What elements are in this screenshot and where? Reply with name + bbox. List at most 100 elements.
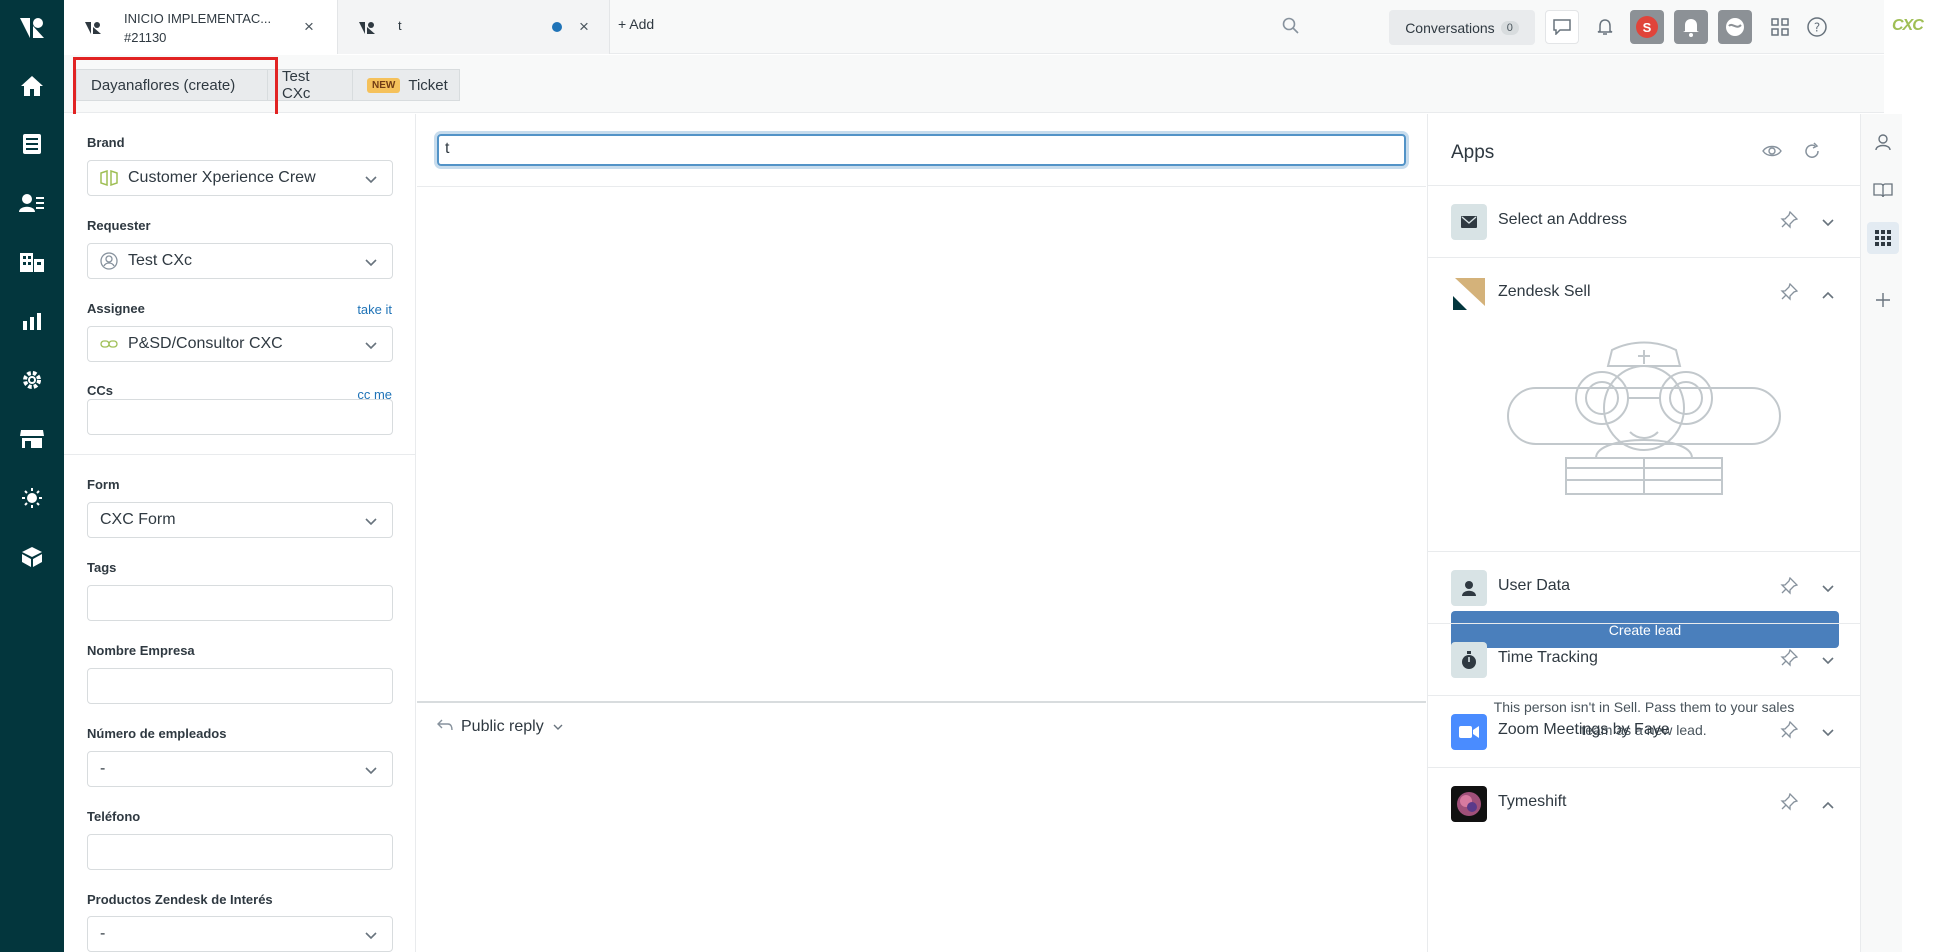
composer-divider bbox=[417, 701, 1426, 703]
conversations-button[interactable]: Conversations 0 bbox=[1389, 10, 1535, 45]
breadcrumb-ticket[interactable]: NEW Ticket bbox=[352, 69, 460, 101]
chat-icon[interactable] bbox=[1545, 10, 1579, 44]
reporting-icon[interactable] bbox=[14, 303, 50, 339]
breadcrumb-label: Test CXc bbox=[282, 68, 311, 102]
close-tab-icon[interactable]: × bbox=[579, 17, 589, 37]
account-avatar[interactable]: CXC bbox=[1892, 17, 1924, 35]
tymeshift-icon bbox=[1451, 786, 1487, 822]
app-globe-icon[interactable] bbox=[1718, 10, 1752, 44]
app-red-icon[interactable]: S bbox=[1630, 10, 1664, 44]
pin-icon[interactable] bbox=[1780, 576, 1799, 600]
ccs-label: CCs bbox=[87, 383, 114, 398]
subject-input[interactable]: t bbox=[437, 134, 1406, 166]
tab-subtitle: #21130 bbox=[124, 30, 167, 45]
admin-gear-icon[interactable] bbox=[14, 362, 50, 398]
marketplace-icon[interactable] bbox=[14, 421, 50, 457]
assignee-select[interactable]: P&SD/Consultor CXC bbox=[87, 326, 393, 362]
empleados-label: Número de empleados bbox=[87, 726, 227, 741]
reply-mode-label: Public reply bbox=[461, 718, 544, 735]
breadcrumb-requester[interactable]: Test CXc bbox=[267, 68, 353, 102]
brand-label: Brand bbox=[87, 135, 125, 150]
pin-icon[interactable] bbox=[1780, 648, 1799, 672]
take-it-link[interactable]: take it bbox=[357, 302, 392, 317]
apps-panel: Apps Select an Address Zendesk Sell This… bbox=[1427, 114, 1860, 952]
breadcrumb-label: Ticket bbox=[408, 76, 448, 94]
ticket-tab-logo-icon bbox=[84, 21, 102, 40]
home-icon[interactable] bbox=[14, 68, 50, 104]
empleados-select[interactable]: - bbox=[87, 751, 393, 787]
app-name: Tymeshift bbox=[1498, 793, 1567, 810]
brand-select[interactable]: Customer Xperience Crew bbox=[87, 160, 393, 196]
app-name: Zendesk Sell bbox=[1498, 283, 1591, 300]
chevron-down-icon[interactable] bbox=[1821, 725, 1835, 743]
help-icon[interactable]: ? bbox=[1806, 16, 1828, 43]
close-tab-icon[interactable]: × bbox=[304, 17, 314, 37]
reply-arrow-icon bbox=[437, 718, 453, 736]
customers-icon[interactable] bbox=[14, 185, 50, 221]
requester-label: Requester bbox=[87, 218, 151, 233]
telefono-input[interactable] bbox=[87, 834, 393, 870]
tags-label: Tags bbox=[87, 560, 117, 575]
chevron-down-icon[interactable] bbox=[1821, 215, 1835, 233]
product-nav bbox=[0, 0, 64, 952]
zendesk-logo-icon[interactable] bbox=[14, 10, 50, 46]
sun-app-icon[interactable] bbox=[14, 480, 50, 516]
pin-icon[interactable] bbox=[1780, 792, 1799, 816]
box-app-icon[interactable] bbox=[14, 539, 50, 575]
video-icon bbox=[1451, 714, 1487, 750]
app-select-an-address[interactable]: Select an Address bbox=[1428, 185, 1860, 257]
pin-icon[interactable] bbox=[1780, 210, 1799, 234]
chevron-up-icon[interactable] bbox=[1821, 797, 1835, 815]
notifications-bell-icon[interactable] bbox=[1588, 10, 1622, 44]
apps-title: Apps bbox=[1451, 142, 1495, 163]
knowledge-book-icon[interactable] bbox=[1867, 174, 1899, 206]
ticket-tab-1[interactable]: INICIO IMPLEMENTAC... #21130 × bbox=[64, 0, 338, 54]
app-time-tracking[interactable]: Time Tracking bbox=[1428, 623, 1860, 695]
form-value: CXC Form bbox=[100, 511, 176, 528]
add-tab-button[interactable]: + Add bbox=[618, 16, 654, 32]
add-plus-icon[interactable] bbox=[1867, 284, 1899, 316]
chevron-down-icon bbox=[364, 338, 378, 356]
highlight-annotation-box bbox=[73, 57, 278, 118]
search-icon[interactable] bbox=[1282, 17, 1300, 40]
ccs-input[interactable] bbox=[87, 399, 393, 435]
product-tray-grid-icon[interactable] bbox=[1771, 18, 1789, 41]
pin-icon[interactable] bbox=[1780, 282, 1799, 306]
breadcrumb-bar: Dayanaflores (create) Test CXc NEW Ticke… bbox=[64, 55, 1884, 113]
conversations-count: 0 bbox=[1500, 20, 1519, 35]
chevron-down-icon bbox=[364, 255, 378, 273]
sailor-binoculars-illustration bbox=[1507, 341, 1781, 495]
nombre-empresa-input[interactable] bbox=[87, 668, 393, 704]
unsaved-dot-icon bbox=[552, 22, 562, 32]
tab-title: t bbox=[398, 18, 402, 33]
refresh-icon[interactable] bbox=[1803, 142, 1821, 165]
eye-icon[interactable] bbox=[1762, 144, 1782, 163]
requester-select[interactable]: Test CXc bbox=[87, 243, 393, 279]
app-bell-icon[interactable] bbox=[1674, 10, 1708, 44]
tags-input[interactable] bbox=[87, 585, 393, 621]
views-icon[interactable] bbox=[14, 126, 50, 162]
form-select[interactable]: CXC Form bbox=[87, 502, 393, 538]
pin-icon[interactable] bbox=[1780, 720, 1799, 744]
top-bar: INICIO IMPLEMENTAC... #21130 × t × + Add… bbox=[64, 0, 1924, 54]
app-name: Select an Address bbox=[1498, 211, 1627, 228]
ticket-tab-logo-icon bbox=[358, 21, 376, 40]
apps-grid-icon[interactable] bbox=[1867, 222, 1899, 254]
requester-value: Test CXc bbox=[128, 252, 193, 269]
app-tymeshift[interactable]: Tymeshift bbox=[1428, 767, 1860, 839]
reply-mode-dropdown[interactable]: Public reply bbox=[437, 718, 564, 736]
chevron-down-icon[interactable] bbox=[1821, 653, 1835, 671]
ticket-tab-2[interactable]: t × bbox=[338, 0, 610, 54]
nombre-empresa-label: Nombre Empresa bbox=[87, 643, 195, 658]
chevron-up-icon[interactable] bbox=[1821, 287, 1835, 305]
app-user-data[interactable]: User Data bbox=[1428, 551, 1860, 623]
assignee-label: Assignee bbox=[87, 301, 145, 316]
empleados-value: - bbox=[100, 760, 106, 777]
tab-title: INICIO IMPLEMENTAC... bbox=[124, 11, 272, 26]
ticket-workspace: t Public reply bbox=[417, 114, 1426, 952]
chevron-down-icon[interactable] bbox=[1821, 581, 1835, 599]
customer-context-icon[interactable] bbox=[1867, 126, 1899, 158]
app-zoom-meetings[interactable]: Zoom Meetings by Faye bbox=[1428, 695, 1860, 767]
productos-select[interactable]: - bbox=[87, 916, 393, 952]
organizations-icon[interactable] bbox=[14, 244, 50, 280]
